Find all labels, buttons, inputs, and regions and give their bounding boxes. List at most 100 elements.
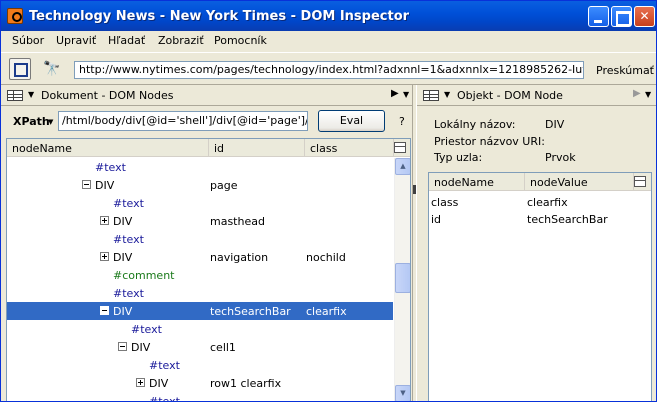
attribute-row[interactable]: id techSearchBar	[429, 210, 651, 228]
attribute-name: id	[431, 213, 442, 226]
node-name: #text	[149, 359, 180, 372]
attributes-table[interactable]: nodeName nodeValue class clearfix id tec…	[428, 172, 652, 401]
node-id: cell1	[210, 341, 236, 354]
attribute-row[interactable]: class clearfix	[429, 193, 651, 211]
expand-icon[interactable]	[100, 216, 109, 225]
menu-view[interactable]: Zobraziť	[158, 34, 204, 47]
tree-row[interactable]: #text	[7, 356, 393, 374]
attr-column-header-nodevalue[interactable]: nodeValue	[525, 173, 634, 191]
maximize-button[interactable]	[611, 6, 632, 27]
inspect-url-button[interactable]: Preskúmať	[596, 64, 654, 77]
tree-row[interactable]: #text	[7, 320, 393, 338]
node-class: nochild	[306, 251, 346, 264]
tree-row[interactable]: DIV page	[7, 176, 393, 194]
address-toolbar: 🔭 http://www.nytimes.com/pages/technolog…	[1, 52, 656, 85]
object-panel-header: ▼ Objekt - DOM Node ▶ ▼	[417, 85, 656, 106]
tree-row[interactable]: #text	[7, 230, 393, 248]
node-name: #text	[113, 233, 144, 246]
panel-view-icon[interactable]	[7, 90, 23, 101]
node-id: navigation	[210, 251, 269, 264]
dom-tree[interactable]: nodeName id class #text DIV page #text DIV ma…	[6, 138, 411, 402]
panel-menu-dropdown-icon[interactable]: ▼	[403, 90, 409, 99]
inspect-element-button[interactable]	[9, 58, 31, 80]
node-name: DIV	[113, 305, 133, 318]
node-name: #text	[95, 161, 126, 174]
node-name: DIV	[113, 251, 133, 264]
object-panel-view-icon[interactable]	[423, 90, 439, 101]
menu-bar: Súbor Upraviť Hľadať Zobraziť Pomocník	[1, 31, 656, 51]
expand-icon[interactable]	[100, 252, 109, 261]
node-name: #text	[149, 395, 180, 402]
column-picker-icon[interactable]	[394, 142, 406, 153]
tree-row[interactable]: #text	[7, 392, 393, 402]
splitter-grip-icon[interactable]	[413, 185, 416, 194]
tree-row[interactable]: #text	[7, 194, 393, 212]
node-id: techSearchBar	[210, 305, 291, 318]
xpath-label[interactable]: XPath	[13, 115, 50, 128]
node-name: #text	[131, 323, 162, 336]
eval-button[interactable]: Eval	[318, 110, 385, 132]
node-type-label: Typ uzla:	[434, 151, 483, 164]
object-panel-dropdown-icon[interactable]: ▼	[444, 90, 450, 99]
xpath-help-button[interactable]: ?	[399, 115, 405, 128]
tree-row[interactable]: DIV masthead	[7, 212, 393, 230]
tree-row[interactable]: DIV row1 clearfix	[7, 374, 393, 392]
tree-row[interactable]: #text	[7, 284, 393, 302]
dom-tree-rows: #text DIV page #text DIV masthead #text DIV navi…	[7, 158, 393, 402]
node-name: DIV	[149, 377, 169, 390]
dom-tree-header: nodeName id class	[7, 139, 410, 157]
tree-row[interactable]: #comment	[7, 266, 393, 284]
tree-row[interactable]: DIV navigation nochild	[7, 248, 393, 266]
attribute-value: clearfix	[527, 196, 568, 209]
node-name: DIV	[113, 215, 133, 228]
collapse-icon[interactable]	[82, 180, 91, 189]
close-button[interactable]: ✕	[634, 6, 655, 27]
xpath-input[interactable]: /html/body/div[@id='shell']/div[@id='pag…	[58, 111, 308, 131]
attribute-value: techSearchBar	[527, 213, 608, 226]
node-name: DIV	[95, 179, 115, 192]
node-type-value: Prvok	[545, 151, 576, 164]
tree-row[interactable]: DIV techSearchBar clearfix	[7, 302, 393, 320]
xpath-dropdown-icon[interactable]: ▼	[48, 118, 53, 126]
scroll-down-icon[interactable]: ▼	[395, 385, 410, 401]
tree-row[interactable]: #text	[7, 158, 393, 176]
column-header-nodename[interactable]: nodeName	[7, 139, 209, 157]
tree-row[interactable]: DIV cell1	[7, 338, 393, 356]
dom-node-object-panel: ▼ Objekt - DOM Node ▶ ▼ Lokálny názov: D…	[417, 85, 656, 401]
title-bar[interactable]: Technology News - New York Times - DOM I…	[1, 1, 656, 31]
panel-next-arrow-icon[interactable]: ▶	[391, 88, 399, 99]
xpath-row: XPath ▼ /html/body/div[@id='shell']/div[…	[1, 107, 412, 135]
collapse-icon[interactable]	[118, 342, 127, 351]
column-header-class[interactable]: class	[305, 139, 394, 157]
menu-file[interactable]: Súbor	[12, 34, 44, 47]
local-name-label: Lokálny názov:	[434, 118, 516, 131]
node-name: #text	[113, 197, 144, 210]
menu-help[interactable]: Pomocník	[214, 34, 267, 47]
panel-dropdown-icon[interactable]: ▼	[28, 90, 34, 99]
scroll-thumb[interactable]	[395, 263, 410, 293]
dom-nodes-panel-title: Dokument - DOM Nodes	[41, 89, 174, 102]
attribute-name: class	[431, 196, 459, 209]
node-name: #text	[113, 287, 144, 300]
column-header-id[interactable]: id	[209, 139, 305, 157]
dom-inspector-app-icon	[7, 8, 23, 24]
expand-icon[interactable]	[136, 378, 145, 387]
window-title: Technology News - New York Times - DOM I…	[29, 9, 410, 24]
scroll-up-icon[interactable]: ▲	[395, 158, 410, 175]
dom-nodes-panel-header: ▼ Dokument - DOM Nodes ▶ ▼	[1, 85, 412, 106]
object-panel-title: Objekt - DOM Node	[457, 89, 563, 102]
binoculars-icon[interactable]: 🔭	[43, 61, 60, 77]
dom-tree-scrollbar[interactable]: ▲ ▼	[394, 158, 410, 401]
menu-search[interactable]: Hľadať	[108, 34, 145, 47]
menu-edit[interactable]: Upraviť	[56, 34, 96, 47]
node-id: row1 clearfix	[210, 377, 282, 390]
object-panel-next-arrow-icon[interactable]: ▶	[633, 88, 641, 99]
collapse-icon[interactable]	[100, 306, 109, 315]
node-id: masthead	[210, 215, 265, 228]
object-panel-menu-dropdown-icon[interactable]: ▼	[645, 90, 651, 99]
dom-nodes-panel: ▼ Dokument - DOM Nodes ▶ ▼ XPath ▼ /html…	[1, 85, 412, 402]
url-input[interactable]: http://www.nytimes.com/pages/technology/…	[74, 61, 584, 79]
attr-column-header-nodename[interactable]: nodeName	[429, 173, 525, 191]
attr-column-picker-icon[interactable]	[634, 176, 646, 187]
minimize-button[interactable]	[588, 6, 609, 27]
